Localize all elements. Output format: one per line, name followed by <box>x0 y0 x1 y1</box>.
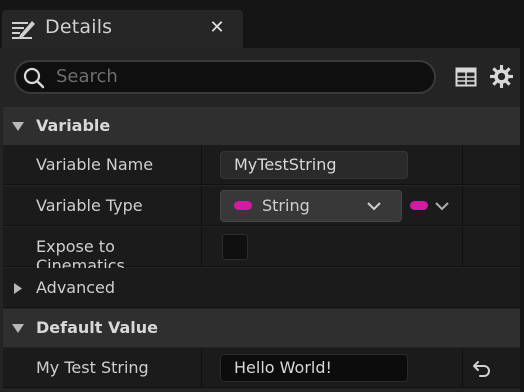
search-icon <box>23 67 45 89</box>
reset-to-default-icon[interactable] <box>472 358 492 378</box>
section-header-advanced[interactable]: Advanced <box>3 268 520 308</box>
variable-type-label: String <box>262 196 310 215</box>
edit-pencil-icon <box>12 21 35 39</box>
search-box[interactable]: Search <box>14 60 436 94</box>
property-value-cell: Hello World! <box>203 348 463 387</box>
variable-name-field[interactable]: MyTestString <box>220 151 408 179</box>
property-name-cell: My Test String <box>3 348 202 387</box>
property-label: My Test String <box>36 358 149 377</box>
container-type-dropdown[interactable] <box>408 190 456 222</box>
property-extra-cell <box>464 186 520 225</box>
property-value-cell <box>203 227 463 266</box>
search-input[interactable]: Search <box>56 66 118 87</box>
property-extra-cell <box>464 145 520 184</box>
property-name-cell: Variable Type <box>3 186 202 225</box>
chevron-right-icon <box>14 283 22 294</box>
section-header-variable[interactable]: Variable <box>3 107 520 145</box>
section-label: Advanced <box>36 278 116 297</box>
property-name-cell: Variable Name <box>3 145 202 184</box>
close-icon[interactable]: ✕ <box>206 17 228 39</box>
details-tab[interactable]: Details ✕ <box>2 10 243 48</box>
variable-type-dropdown[interactable]: String <box>220 190 402 222</box>
property-label: Variable Name <box>36 155 154 174</box>
panel-edge <box>520 48 524 392</box>
property-value-cell: MyTestString <box>203 145 463 184</box>
property-label: Variable Type <box>36 196 143 215</box>
property-row-variable-name: Variable Name MyTestString <box>3 145 520 185</box>
property-row-variable-type: Variable Type String <box>3 186 520 226</box>
property-row-my-test-string: My Test String Hello World! <box>3 348 520 388</box>
tab-bar: Details ✕ <box>0 0 524 48</box>
chevron-down-icon <box>12 122 24 131</box>
property-extra-cell <box>464 348 520 387</box>
property-name-cell: Expose to Cinematics <box>3 227 202 275</box>
property-extra-cell <box>464 227 520 266</box>
property-row-expose-to-cinematics: Expose to Cinematics <box>3 227 520 275</box>
details-panel: Search Variable Variable Name MyTestStri… <box>0 48 524 392</box>
section-label: Variable <box>36 116 111 135</box>
gear-icon[interactable] <box>489 64 514 89</box>
default-value-field[interactable]: Hello World! <box>220 354 408 382</box>
chevron-down-icon <box>367 202 381 211</box>
table-icon[interactable] <box>455 66 477 88</box>
expose-to-cinematics-checkbox[interactable] <box>222 234 248 260</box>
section-label: Default Value <box>36 318 159 337</box>
tab-title: Details <box>45 16 113 38</box>
string-pin-icon <box>234 201 252 210</box>
chevron-down-icon <box>435 202 449 211</box>
chevron-down-icon <box>12 324 24 333</box>
section-header-default-value[interactable]: Default Value <box>3 309 520 347</box>
property-value-cell: String <box>203 186 463 225</box>
string-pin-icon <box>410 201 428 210</box>
